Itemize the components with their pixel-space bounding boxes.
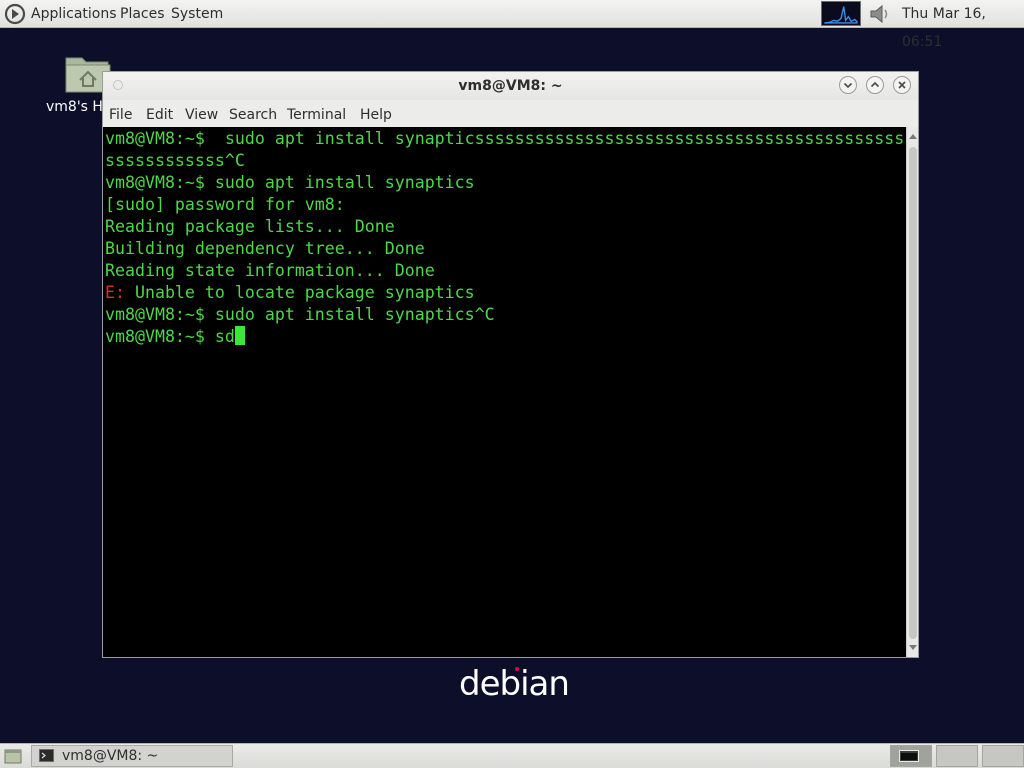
terminal-line: vm8@VM8:~$ sudo apt install synapticssss… bbox=[105, 129, 919, 148]
close-button[interactable] bbox=[893, 76, 911, 94]
maximize-button[interactable] bbox=[866, 76, 884, 94]
cpu-monitor-graph[interactable] bbox=[821, 1, 861, 26]
scroll-up-arrow-icon[interactable] bbox=[909, 133, 917, 141]
menu-edit[interactable]: Edit bbox=[146, 100, 173, 126]
terminal-line: vm8@VM8:~$ sudo apt install synaptics^C bbox=[105, 305, 495, 324]
text-cursor bbox=[234, 326, 245, 345]
terminal-window: vm8@VM8: ~ File Edit View Search Termina… bbox=[102, 71, 919, 658]
menu-search[interactable]: Search bbox=[229, 100, 277, 126]
window-titlebar[interactable]: vm8@VM8: ~ bbox=[103, 72, 918, 100]
menu-view[interactable]: View bbox=[185, 100, 218, 126]
chevron-down-icon bbox=[843, 82, 853, 89]
window-title: vm8@VM8: ~ bbox=[458, 78, 563, 94]
close-icon bbox=[898, 81, 906, 89]
debian-foot-logo-icon[interactable] bbox=[4, 3, 26, 25]
terminal-line: ssssssssssss^C bbox=[105, 151, 245, 170]
error-message: Unable to locate package synaptics bbox=[124, 283, 475, 302]
minimize-button[interactable] bbox=[839, 76, 857, 94]
workspace-1[interactable] bbox=[890, 745, 932, 767]
terminal-prompt-line: vm8@VM8:~$ sd bbox=[105, 326, 245, 348]
top-panel: Applications Places System Thu Mar 16, 0… bbox=[0, 0, 1024, 50]
terminal-line: vm8@VM8:~$ sudo apt install synaptics bbox=[105, 173, 475, 192]
menu-file[interactable]: File bbox=[109, 100, 132, 126]
debian-logo-dot bbox=[515, 667, 519, 671]
show-desktop-icon[interactable] bbox=[4, 747, 22, 765]
terminal-line: Reading package lists... Done bbox=[105, 217, 395, 236]
terminal-menubar: File Edit View Search Terminal Help bbox=[103, 100, 918, 126]
terminal-error-line: E: Unable to locate package synaptics bbox=[105, 282, 475, 304]
menu-terminal[interactable]: Terminal bbox=[287, 100, 346, 126]
home-folder-label[interactable]: vm8's H bbox=[46, 99, 103, 115]
chevron-up-icon bbox=[870, 81, 880, 88]
workspace-2[interactable] bbox=[936, 745, 978, 767]
places-menu[interactable]: Places bbox=[120, 0, 165, 28]
menu-help[interactable]: Help bbox=[360, 100, 392, 126]
terminal-scrollbar[interactable] bbox=[906, 127, 918, 657]
workspace-window-thumbnail bbox=[899, 750, 919, 762]
scroll-down-arrow-icon[interactable] bbox=[909, 643, 917, 651]
scrollbar-thumb[interactable] bbox=[909, 147, 917, 639]
bottom-panel: vm8@VM8: ~ bbox=[0, 743, 1024, 768]
volume-icon[interactable] bbox=[868, 3, 892, 25]
terminal-output[interactable]: vm8@VM8:~$ sudo apt install synaptics sss… bbox=[103, 127, 918, 657]
error-prefix: E: bbox=[105, 283, 125, 302]
terminal-icon bbox=[39, 749, 54, 762]
current-prompt: vm8@VM8:~$ sd bbox=[105, 327, 235, 346]
taskbar-terminal-button[interactable]: vm8@VM8: ~ bbox=[31, 745, 233, 767]
terminal-line: Building dependency tree... Done bbox=[105, 239, 425, 258]
debian-wallpaper-logo: debian bbox=[459, 664, 570, 704]
applications-menu[interactable]: Applications bbox=[31, 0, 117, 28]
terminal-line: [sudo] password for vm8: bbox=[105, 195, 345, 214]
system-menu[interactable]: System bbox=[171, 0, 223, 28]
clock[interactable]: Thu Mar 16, 06:51 bbox=[902, 0, 1024, 50]
taskbar-label: vm8@VM8: ~ bbox=[62, 748, 159, 764]
terminal-line: Reading state information... Done bbox=[105, 261, 435, 280]
workspace-3[interactable] bbox=[982, 745, 1024, 767]
